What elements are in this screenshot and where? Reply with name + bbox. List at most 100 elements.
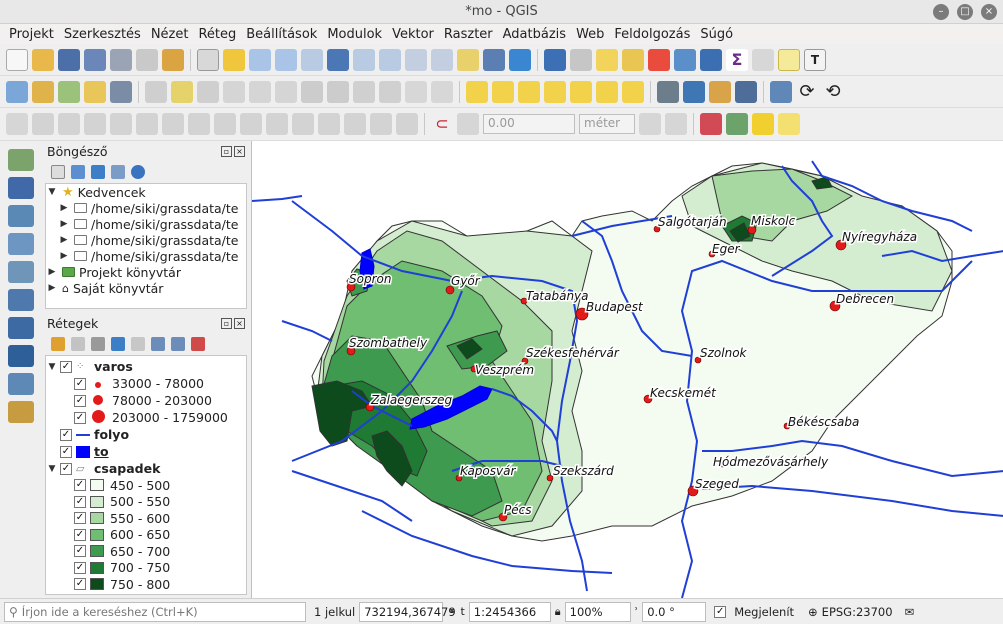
add-wms-icon[interactable] [8, 317, 34, 339]
browser-item-folder[interactable]: ▶ /home/siki/grassdata/te [46, 216, 246, 232]
label-change-icon[interactable] [622, 80, 644, 103]
layer-visibility-checkbox[interactable]: ✓ [60, 445, 72, 458]
manage-visibility-icon[interactable] [91, 337, 105, 351]
run-action-icon[interactable] [570, 48, 592, 71]
coordinate-field[interactable]: 732194,367479 [359, 601, 456, 622]
new-layer-icon[interactable] [32, 80, 54, 103]
add-virtual-icon[interactable] [110, 80, 132, 103]
add-mesh-icon[interactable] [8, 261, 34, 283]
snap-unit-select[interactable]: méter [579, 114, 635, 134]
layer-visibility-checkbox[interactable]: ✓ [60, 462, 72, 475]
digitize-tools-icon[interactable] [726, 113, 748, 135]
trace-icon[interactable] [639, 113, 661, 135]
label-tool-icon[interactable] [466, 80, 488, 103]
reshape-icon[interactable] [240, 113, 262, 135]
pan-to-selection-icon[interactable] [223, 48, 245, 71]
expand-arrow-icon[interactable]: ▶ [46, 283, 58, 293]
browser-item-kedvencek[interactable]: ▼ ★ Kedvencek [46, 184, 246, 200]
legend-item-csapadek[interactable]: ✓ 600 - 650 [46, 527, 246, 544]
statistics-sigma-icon[interactable]: Σ [726, 48, 748, 71]
crs-label[interactable]: EPSG:23700 [822, 605, 893, 619]
scale-select[interactable]: 1:2454366 [468, 601, 551, 622]
layer-csapadek[interactable]: ▼ ✓ ▱ csapadek [46, 460, 246, 477]
identify-icon[interactable] [544, 48, 566, 71]
zoom-in-icon[interactable] [249, 48, 271, 71]
menu-projekt[interactable]: Projekt [4, 27, 59, 42]
style-layer-icon[interactable] [51, 337, 65, 351]
zoom-native-icon[interactable] [301, 48, 323, 71]
text-annotation-icon[interactable]: T [804, 48, 826, 71]
crs-globe-icon[interactable]: ⊕ [808, 605, 818, 619]
legend-item-csapadek[interactable]: ✓ 700 - 750 [46, 560, 246, 577]
merge-features-icon[interactable] [344, 113, 366, 135]
filter-legend-icon[interactable] [111, 337, 125, 351]
show-bookmarks-icon[interactable] [483, 48, 505, 71]
expand-arrow-icon[interactable]: ▶ [46, 267, 58, 277]
locator-search-input[interactable]: ⚲ Írjon ide a kereséshez (Ctrl+K) [4, 601, 306, 622]
menu-beallitasok[interactable]: Beállítások [241, 27, 322, 42]
filter-browser-icon[interactable] [91, 165, 105, 179]
add-group-icon[interactable] [71, 337, 85, 351]
split-parts-icon[interactable] [318, 113, 340, 135]
delete-part-icon[interactable] [214, 113, 236, 135]
add-part-icon[interactable] [136, 113, 158, 135]
zoom-layer-icon[interactable] [379, 48, 401, 71]
close-panel-icon[interactable]: × [234, 145, 245, 157]
menu-web[interactable]: Web [571, 27, 609, 42]
layer-to[interactable]: ✓ to [46, 443, 246, 460]
legend-item-checkbox[interactable]: ✓ [74, 545, 86, 558]
add-arcgis-icon[interactable] [8, 401, 34, 423]
rotate-feature-icon[interactable] [58, 113, 80, 135]
magnifier-field[interactable]: 100% [564, 601, 631, 622]
legend-item-csapadek[interactable]: ✓ 650 - 700 [46, 543, 246, 560]
intersection-icon[interactable] [665, 113, 687, 135]
plugin-icon[interactable] [770, 80, 792, 103]
add-raster-layer-icon[interactable] [8, 177, 34, 199]
add-vector-icon[interactable] [58, 80, 80, 103]
label-pin-icon[interactable] [492, 80, 514, 103]
cut-features-icon[interactable] [327, 80, 349, 103]
collapse-arrow-icon[interactable]: ▼ [46, 362, 58, 372]
redo-icon[interactable] [431, 80, 453, 103]
layer-visibility-checkbox[interactable]: ✓ [60, 428, 72, 441]
refresh-browser-icon[interactable] [71, 165, 85, 179]
menu-modulok[interactable]: Modulok [322, 27, 387, 42]
browser-item-folder[interactable]: ▶ /home/siki/grassdata/te [46, 232, 246, 248]
new-bookmark-icon[interactable] [457, 48, 479, 71]
add-wfs-icon[interactable] [8, 373, 34, 395]
filter-expression-icon[interactable] [131, 337, 145, 351]
rotation-field[interactable]: 0.0 ° [642, 601, 707, 622]
vertex-tool-icon[interactable] [249, 80, 271, 103]
simplify-icon[interactable] [84, 113, 106, 135]
pan-hand-icon[interactable] [197, 48, 219, 71]
float-panel-icon[interactable]: ▫ [221, 317, 232, 329]
legend-item-checkbox[interactable]: ✓ [74, 528, 86, 541]
add-spatialite-icon[interactable] [8, 233, 34, 255]
add-selected-icon[interactable] [51, 165, 65, 179]
select-by-expression-icon[interactable] [622, 48, 644, 71]
legend-item-checkbox[interactable]: ✓ [74, 377, 86, 390]
copy-features-icon[interactable] [353, 80, 375, 103]
minimize-icon[interactable]: – [933, 4, 949, 20]
zoom-full-icon[interactable] [327, 48, 349, 71]
zoom-out-icon[interactable] [275, 48, 297, 71]
add-delimited-icon[interactable] [84, 80, 106, 103]
rotate-counterclockwise-icon[interactable]: ⟲ [822, 80, 844, 103]
paste-features-icon[interactable] [379, 80, 401, 103]
label-highlight-icon[interactable] [518, 80, 540, 103]
save-project-icon[interactable] [58, 48, 80, 71]
close-panel-icon[interactable]: × [234, 317, 245, 329]
toggle-editing-icon[interactable] [171, 80, 193, 103]
layout-manager-icon[interactable] [136, 48, 158, 71]
layer-varos[interactable]: ▼ ✓ ⁘ varos [46, 358, 246, 375]
menu-nezet[interactable]: Nézet [146, 27, 194, 42]
fill-ring-icon[interactable] [162, 113, 184, 135]
lock-scale-icon[interactable]: 🔒︎ [555, 605, 561, 619]
browser-item-sajat-konyvtar[interactable]: ▶ ⌂ Saját könyvtár [46, 280, 246, 296]
field-calculator-icon[interactable] [700, 48, 722, 71]
legend-item-varos-large[interactable]: ✓ 203000 - 1759000 [46, 409, 246, 426]
zoom-last-icon[interactable] [405, 48, 427, 71]
offset-curve-icon[interactable] [266, 113, 288, 135]
help-icon[interactable] [735, 80, 757, 103]
remove-layer-icon[interactable] [191, 337, 205, 351]
